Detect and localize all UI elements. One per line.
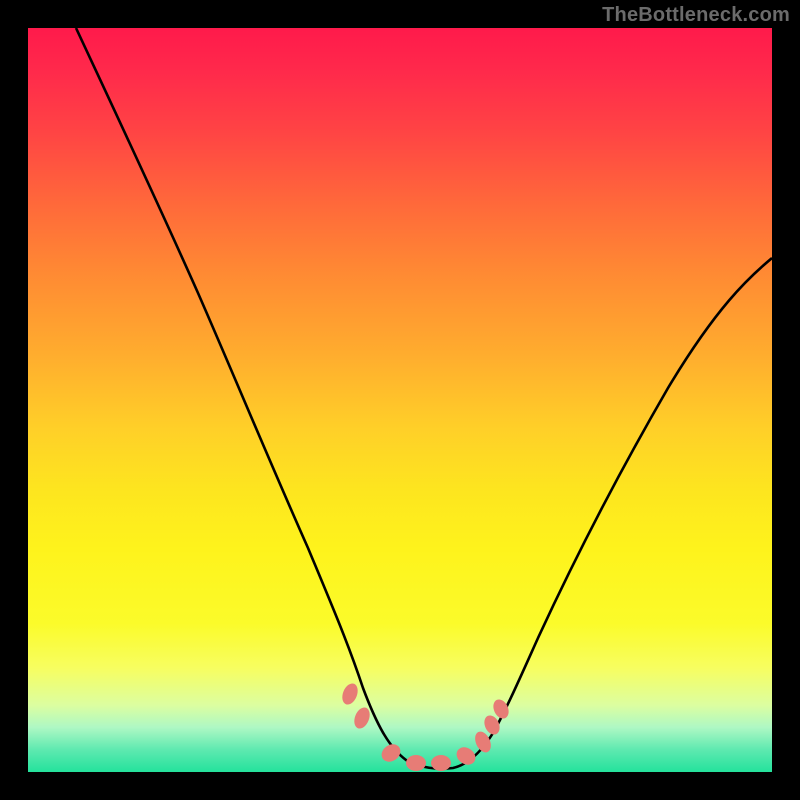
curve-path <box>76 28 772 769</box>
marker-point <box>453 744 479 769</box>
marker-point <box>406 755 426 771</box>
chart-frame: TheBottleneck.com <box>0 0 800 800</box>
plot-area <box>28 28 772 772</box>
marker-point <box>431 755 451 771</box>
marker-point <box>351 705 372 731</box>
watermark-text: TheBottleneck.com <box>602 4 790 27</box>
marker-point <box>339 681 360 707</box>
bottleneck-curve <box>28 28 772 772</box>
